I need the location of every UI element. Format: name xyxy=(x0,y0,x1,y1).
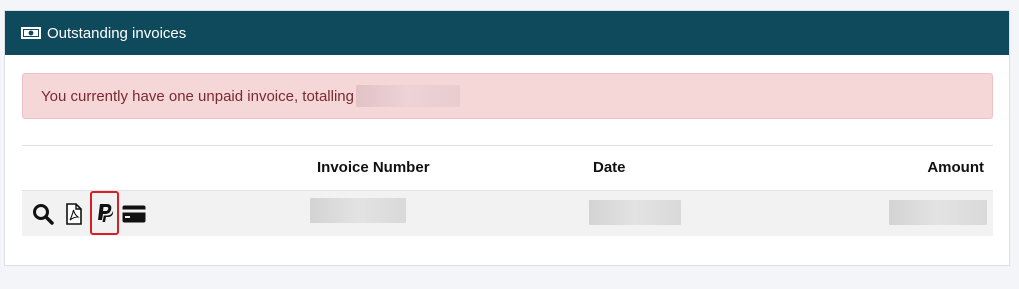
credit-card-icon[interactable] xyxy=(121,203,147,225)
redacted-invoice-number[interactable] xyxy=(310,198,406,223)
table-header: Invoice Number Date Amount xyxy=(22,145,993,191)
paypal-icon[interactable] xyxy=(90,190,119,235)
redacted-amount xyxy=(889,200,987,225)
unpaid-invoice-alert: You currently have one unpaid invoice, t… xyxy=(22,73,993,119)
redacted-date xyxy=(589,200,681,225)
panel-header: Outstanding invoices xyxy=(5,11,1009,55)
column-header-invoice-number: Invoice Number xyxy=(317,159,430,176)
panel-title: Outstanding invoices xyxy=(47,24,187,42)
table-row xyxy=(22,190,993,236)
alert-message: You currently have one unpaid invoice, t… xyxy=(41,87,354,105)
column-header-date: Date xyxy=(593,159,626,176)
column-header-amount: Amount xyxy=(927,159,984,176)
pdf-icon[interactable] xyxy=(63,202,85,225)
invoices-table: Invoice Number Date Amount xyxy=(22,145,993,236)
money-bill-icon xyxy=(21,27,41,39)
row-actions xyxy=(32,190,147,236)
view-icon[interactable] xyxy=(32,203,54,225)
redacted-total-amount xyxy=(356,85,460,107)
outstanding-invoices-panel: Outstanding invoices You currently have … xyxy=(4,10,1010,266)
